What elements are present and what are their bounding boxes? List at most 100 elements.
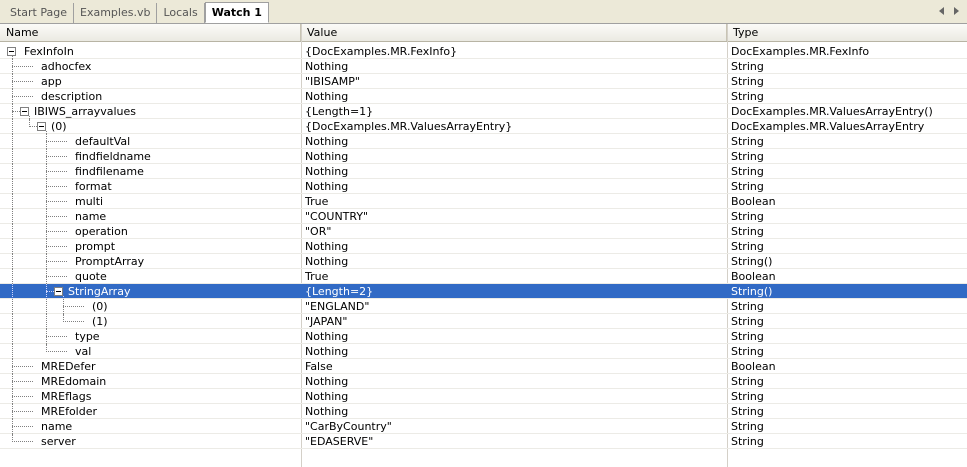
watch-row[interactable]: operation "OR" String bbox=[0, 224, 967, 239]
row-value[interactable]: Nothing bbox=[305, 329, 725, 344]
row-type: String bbox=[731, 150, 764, 163]
tree-guide-line bbox=[12, 269, 13, 284]
row-value[interactable]: True bbox=[305, 269, 725, 284]
tree-connector bbox=[12, 381, 33, 382]
row-value[interactable]: True bbox=[305, 194, 725, 209]
tab-examples-vb[interactable]: Examples.vb bbox=[74, 3, 158, 23]
watch-row[interactable]: (0) "ENGLAND" String bbox=[0, 299, 967, 314]
watch-row[interactable]: findfieldname Nothing String bbox=[0, 149, 967, 164]
row-value[interactable]: Nothing bbox=[305, 254, 725, 269]
tree-lines bbox=[0, 224, 300, 239]
watch-row[interactable]: StringArray {Length=2} String() bbox=[0, 284, 967, 299]
collapse-icon[interactable] bbox=[54, 287, 63, 296]
tree-guide-line bbox=[12, 194, 13, 209]
watch-row[interactable]: val Nothing String bbox=[0, 344, 967, 359]
tree-guide-line bbox=[12, 209, 13, 224]
row-type: String bbox=[731, 75, 764, 88]
tree-connector bbox=[63, 321, 84, 322]
row-type: String bbox=[731, 390, 764, 403]
watch-row[interactable]: MREdomain Nothing String bbox=[0, 374, 967, 389]
tab-locals[interactable]: Locals bbox=[157, 3, 205, 23]
row-value[interactable]: {DocExamples.MR.ValuesArrayEntry} bbox=[305, 119, 725, 134]
row-value[interactable]: "OR" bbox=[305, 224, 725, 239]
tree-guide-line bbox=[12, 314, 13, 329]
watch-row[interactable]: app "IBISAMP" String bbox=[0, 74, 967, 89]
watch-row[interactable]: multi True Boolean bbox=[0, 194, 967, 209]
tree-connector bbox=[12, 366, 33, 367]
row-value[interactable]: Nothing bbox=[305, 164, 725, 179]
row-value[interactable]: {Length=1} bbox=[305, 104, 725, 119]
tree-lines bbox=[0, 194, 300, 209]
tree-guide-line bbox=[12, 134, 13, 149]
tree-guide-line bbox=[12, 299, 13, 314]
watch-row[interactable]: MREfolder Nothing String bbox=[0, 404, 967, 419]
row-name: format bbox=[75, 180, 112, 193]
watch-row[interactable]: IBIWS_arrayvalues {Length=1} DocExamples.M… bbox=[0, 104, 967, 119]
row-value[interactable]: Nothing bbox=[305, 389, 725, 404]
row-value[interactable]: {DocExamples.MR.FexInfo} bbox=[305, 44, 725, 59]
tree-lines bbox=[0, 344, 300, 359]
watch-row[interactable]: name "COUNTRY" String bbox=[0, 209, 967, 224]
watch-row[interactable]: quote True Boolean bbox=[0, 269, 967, 284]
row-value[interactable]: Nothing bbox=[305, 149, 725, 164]
row-name: MREflags bbox=[41, 390, 92, 403]
watch-row[interactable]: MREflags Nothing String bbox=[0, 389, 967, 404]
row-value[interactable]: Nothing bbox=[305, 404, 725, 419]
row-value[interactable]: Nothing bbox=[305, 239, 725, 254]
watch-row[interactable]: defaultVal Nothing String bbox=[0, 134, 967, 149]
watch-row[interactable]: prompt Nothing String bbox=[0, 239, 967, 254]
row-value[interactable]: Nothing bbox=[305, 179, 725, 194]
watch-row[interactable]: type Nothing String bbox=[0, 329, 967, 344]
tab-watch-1[interactable]: Watch 1 bbox=[204, 2, 269, 23]
tree-lines bbox=[0, 119, 300, 134]
collapse-icon[interactable] bbox=[7, 47, 16, 56]
tab-navigation bbox=[939, 5, 959, 15]
row-value[interactable]: "COUNTRY" bbox=[305, 209, 725, 224]
scroll-left-icon[interactable] bbox=[939, 7, 944, 15]
column-header-value[interactable]: Value bbox=[301, 24, 727, 41]
row-value[interactable]: False bbox=[305, 359, 725, 374]
scroll-right-icon[interactable] bbox=[954, 7, 959, 15]
row-value[interactable]: Nothing bbox=[305, 89, 725, 104]
column-header-name[interactable]: Name bbox=[0, 24, 301, 41]
watch-grid: Name Value Type FexInfoIn {DocExamples.MR… bbox=[0, 24, 967, 467]
row-value[interactable]: "IBISAMP" bbox=[305, 74, 725, 89]
tab-start-page[interactable]: Start Page bbox=[4, 3, 74, 23]
watch-row[interactable]: PromptArray Nothing String() bbox=[0, 254, 967, 269]
watch-row[interactable]: (1) "JAPAN" String bbox=[0, 314, 967, 329]
tree-connector bbox=[12, 411, 33, 412]
tree-connector bbox=[46, 216, 67, 217]
row-value[interactable]: "EDASERVE" bbox=[305, 434, 725, 449]
row-value[interactable]: Nothing bbox=[305, 134, 725, 149]
tree-guide-line bbox=[12, 179, 13, 194]
row-type: Boolean bbox=[731, 360, 776, 373]
row-value[interactable]: Nothing bbox=[305, 59, 725, 74]
tree-lines bbox=[0, 299, 300, 314]
watch-row[interactable]: findfilename Nothing String bbox=[0, 164, 967, 179]
watch-row[interactable]: MREDefer False Boolean bbox=[0, 359, 967, 374]
collapse-icon[interactable] bbox=[20, 107, 29, 116]
tree-connector bbox=[12, 426, 33, 427]
watch-row[interactable]: description Nothing String bbox=[0, 89, 967, 104]
row-name: IBIWS_arrayvalues bbox=[34, 105, 137, 118]
collapse-icon[interactable] bbox=[37, 122, 46, 131]
row-name: name bbox=[75, 210, 107, 223]
column-header-type[interactable]: Type bbox=[727, 24, 967, 41]
row-type: String bbox=[731, 330, 764, 343]
row-type: String bbox=[731, 90, 764, 103]
watch-row[interactable]: format Nothing String bbox=[0, 179, 967, 194]
row-value[interactable]: "JAPAN" bbox=[305, 314, 725, 329]
tree-connector bbox=[46, 291, 54, 292]
row-value[interactable]: "ENGLAND" bbox=[305, 299, 725, 314]
watch-row[interactable]: FexInfoIn {DocExamples.MR.FexInfo} DocExam… bbox=[0, 44, 967, 59]
watch-row[interactable]: name "CarByCountry" String bbox=[0, 419, 967, 434]
watch-row[interactable]: server "EDASERVE" String bbox=[0, 434, 967, 449]
tree-connector bbox=[46, 141, 67, 142]
row-type: String bbox=[731, 315, 764, 328]
row-value[interactable]: Nothing bbox=[305, 344, 725, 359]
watch-row[interactable]: adhocfex Nothing String bbox=[0, 59, 967, 74]
row-value[interactable]: "CarByCountry" bbox=[305, 419, 725, 434]
row-value[interactable]: Nothing bbox=[305, 374, 725, 389]
watch-row[interactable]: (0) {DocExamples.MR.ValuesArrayEntry} DocE… bbox=[0, 119, 967, 134]
row-value[interactable]: {Length=2} bbox=[305, 284, 725, 299]
